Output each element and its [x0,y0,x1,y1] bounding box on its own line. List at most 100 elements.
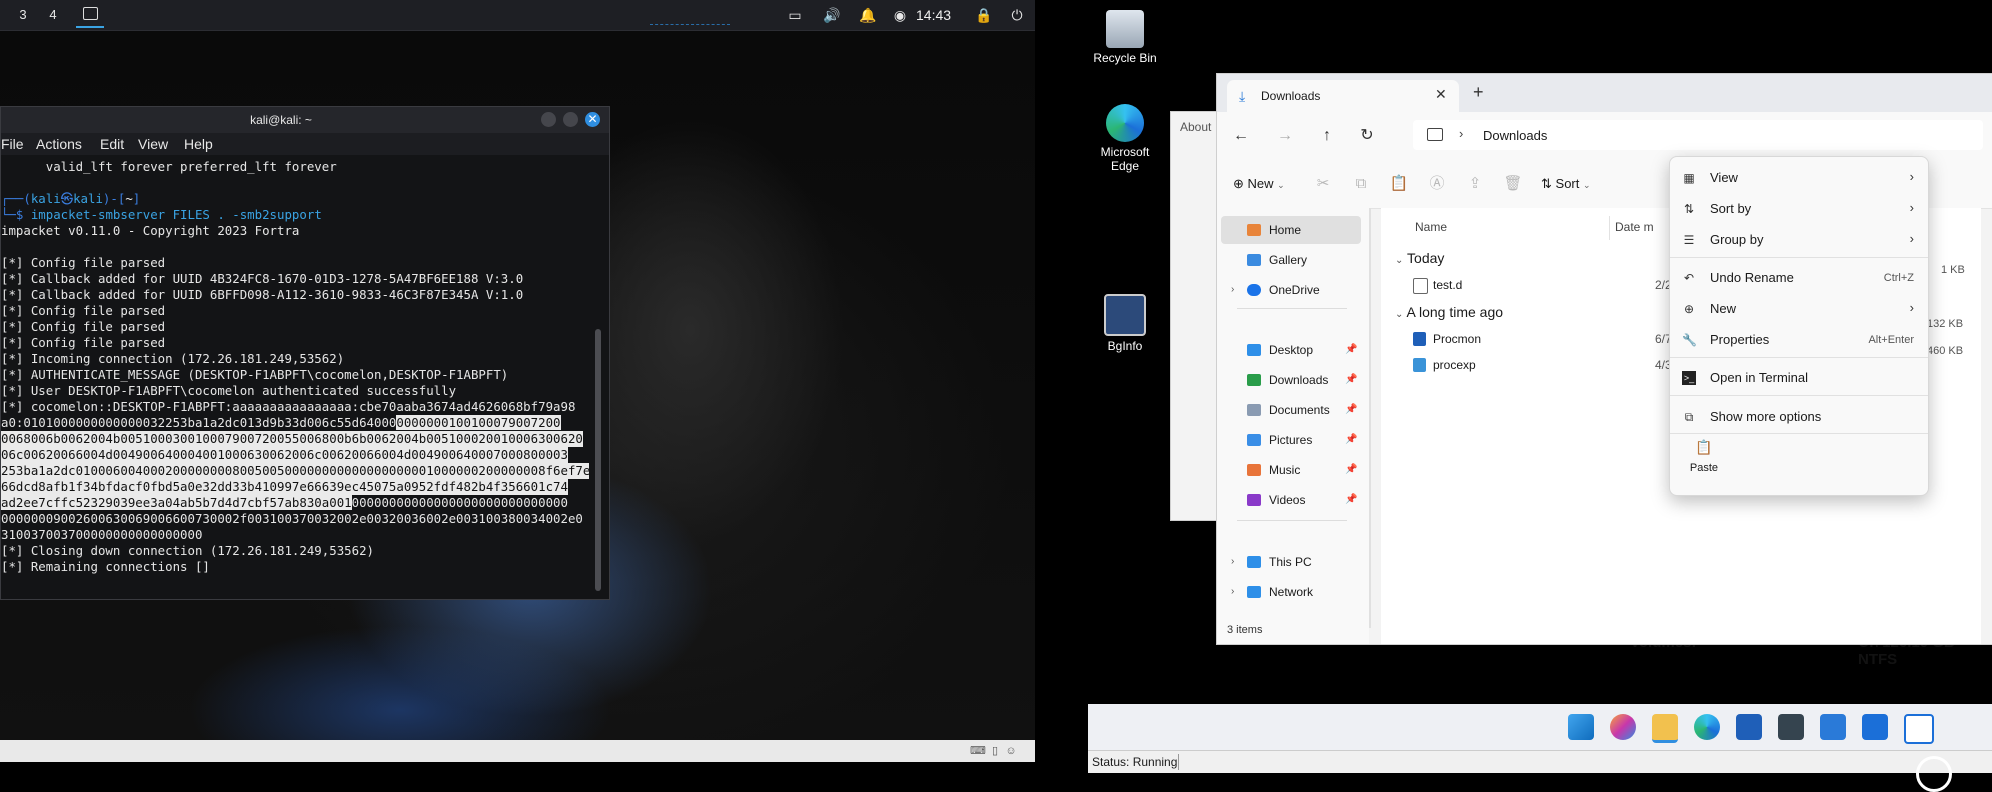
nav-item-this-pc[interactable]: › This PC [1221,548,1361,576]
up-button[interactable]: ↑ [1317,126,1337,146]
workspace-4-button[interactable]: 4 [38,0,68,30]
nav-item-music[interactable]: Music 📌 [1221,456,1361,484]
pin-icon[interactable]: 📌 [1345,366,1357,394]
nav-item-network[interactable]: › Network [1221,578,1361,606]
lock-icon[interactable]: 🔒 [975,6,993,24]
pin-icon[interactable]: 📌 [1345,396,1357,424]
back-button[interactable]: ← [1231,126,1251,146]
column-divider[interactable] [1609,216,1610,240]
pictures-icon [1247,434,1261,446]
delete-icon[interactable]: 🗑 [1503,174,1523,194]
terminal-menubar: File Actions Edit View Help [1,133,609,155]
paste-icon[interactable]: 📋 [1389,174,1409,194]
nav-item-downloads[interactable]: Downloads 📌 [1221,366,1361,394]
terminal-command: impacket-smbserver FILES . -smb2support [30,207,322,222]
app-icon[interactable] [1778,714,1804,740]
nav-item-home[interactable]: Home [1221,216,1361,244]
group-header-today[interactable]: ⌄ Today [1395,250,1444,266]
procexp-icon[interactable] [1820,714,1846,740]
pin-icon[interactable]: 📌 [1345,486,1357,514]
monitor-icon[interactable] [1862,714,1888,740]
expand-icon[interactable]: › [1231,548,1234,576]
menu-actions[interactable]: Actions [36,133,82,155]
nav-item-documents[interactable]: Documents 📌 [1221,396,1361,424]
screen-icon[interactable]: ▭ [786,6,804,24]
pin-icon[interactable]: 📌 [1345,336,1357,364]
new-button[interactable]: ⊕ New ⌄ [1233,174,1285,194]
explorer-tab-downloads[interactable]: ⤓ Downloads ✕ [1227,80,1459,112]
nav-item-videos[interactable]: Videos 📌 [1221,486,1361,514]
sort-button[interactable]: ⇅ Sort ⌄ [1541,174,1591,194]
breadcrumb[interactable]: Downloads [1483,128,1547,143]
terminal-icon: >_ [1682,371,1696,385]
nav-item-desktop[interactable]: Desktop 📌 [1221,336,1361,364]
column-header-name[interactable]: Name [1415,220,1447,234]
start-button[interactable] [1568,714,1594,740]
music-icon [1247,464,1261,476]
menu-help[interactable]: Help [184,133,213,155]
clip-icon[interactable]: ▯ [988,744,1002,758]
address-bar[interactable]: › Downloads [1413,120,1983,150]
menu-item-new[interactable]: ⊕ New › [1670,294,1928,324]
menu-item-sort-by[interactable]: ⇅ Sort by › [1670,194,1928,224]
edge-icon[interactable] [1694,714,1720,740]
share-icon[interactable]: ⇪ [1465,174,1485,194]
menu-item-undo-rename[interactable]: ↶ Undo Rename Ctrl+Z [1670,263,1928,293]
user-icon[interactable]: ☺ [1004,744,1018,758]
new-tab-button[interactable]: + [1473,82,1484,103]
pane-splitter[interactable] [1369,208,1371,628]
rename-icon[interactable]: Ⓐ [1427,174,1447,194]
refresh-button[interactable]: ↻ [1357,126,1377,146]
nav-item-onedrive[interactable]: › OneDrive [1221,276,1361,304]
workspace-3-button[interactable]: 3 [8,0,38,30]
cut-icon[interactable]: ✂ [1313,174,1333,194]
copy-icon[interactable]: ⧉ [1351,174,1371,194]
file-size: 132 KB [1927,318,1964,330]
terminal-task-button[interactable] [76,4,104,28]
desktop-icon-edge[interactable]: Microsoft Edge [1085,104,1165,173]
menu-item-view[interactable]: ▦ View › [1670,163,1928,193]
terminal-output[interactable]: valid_lft forever preferred_lft forever … [1,159,589,597]
pin-icon[interactable]: 📌 [1345,456,1357,484]
menu-edit[interactable]: Edit [100,133,124,155]
window-icon[interactable] [1904,714,1934,744]
terminal-scrollbar[interactable] [595,329,601,591]
expand-icon[interactable]: › [1231,276,1234,304]
group-header-long-ago[interactable]: ⌄ A long time ago [1395,304,1503,320]
volume-icon[interactable]: 🔊 [823,6,841,24]
menu-file[interactable]: File [1,133,24,155]
close-tab-icon[interactable]: ✕ [1435,86,1447,103]
menu-item-properties[interactable]: 🔧 Properties Alt+Enter [1670,325,1928,355]
paste-button[interactable]: 📋 Paste [1682,439,1726,485]
pin-icon[interactable]: 📌 [1345,426,1357,454]
terminal-titlebar[interactable]: kali@kali: ~ ✕ [1,107,609,133]
copilot-icon[interactable] [1610,714,1636,740]
nav-item-pictures[interactable]: Pictures 📌 [1221,426,1361,454]
forward-button[interactable]: → [1275,126,1295,146]
desktop-icon-bginfo[interactable]: BgInfo [1085,294,1165,353]
menu-item-open-terminal[interactable]: >_ Open in Terminal [1670,363,1928,393]
minimize-button[interactable] [541,112,556,127]
keyboard-icon[interactable]: ⌨ [970,744,986,758]
close-button[interactable]: ✕ [585,112,600,127]
update-icon[interactable]: ◉ [891,6,909,24]
notification-bell-icon[interactable]: 🔔 [859,6,877,24]
menu-item-show-more-options[interactable]: ⧉ Show more options [1670,402,1928,432]
about-window[interactable]: About [1170,111,1222,521]
wrench-icon: 🔧 [1682,333,1697,347]
terminal-window[interactable]: kali@kali: ~ ✕ File Actions Edit View He… [0,106,610,600]
procexp-icon [1413,358,1426,372]
power-icon[interactable]: ⏻ [1008,6,1026,24]
nav-item-gallery[interactable]: Gallery [1221,246,1361,274]
menu-view[interactable]: View [138,133,168,155]
clock[interactable]: 14:43 [916,0,951,30]
store-icon[interactable] [1736,714,1762,740]
menu-separator [1670,433,1928,434]
expand-icon[interactable]: › [1231,578,1234,606]
file-explorer-icon[interactable] [1652,714,1678,743]
download-icon: ⤓ [1239,88,1246,104]
column-header-date[interactable]: Date m [1615,220,1654,234]
maximize-button[interactable] [563,112,578,127]
desktop-icon-recycle-bin[interactable]: Recycle Bin [1085,10,1165,65]
menu-item-group-by[interactable]: ☰ Group by › [1670,225,1928,255]
